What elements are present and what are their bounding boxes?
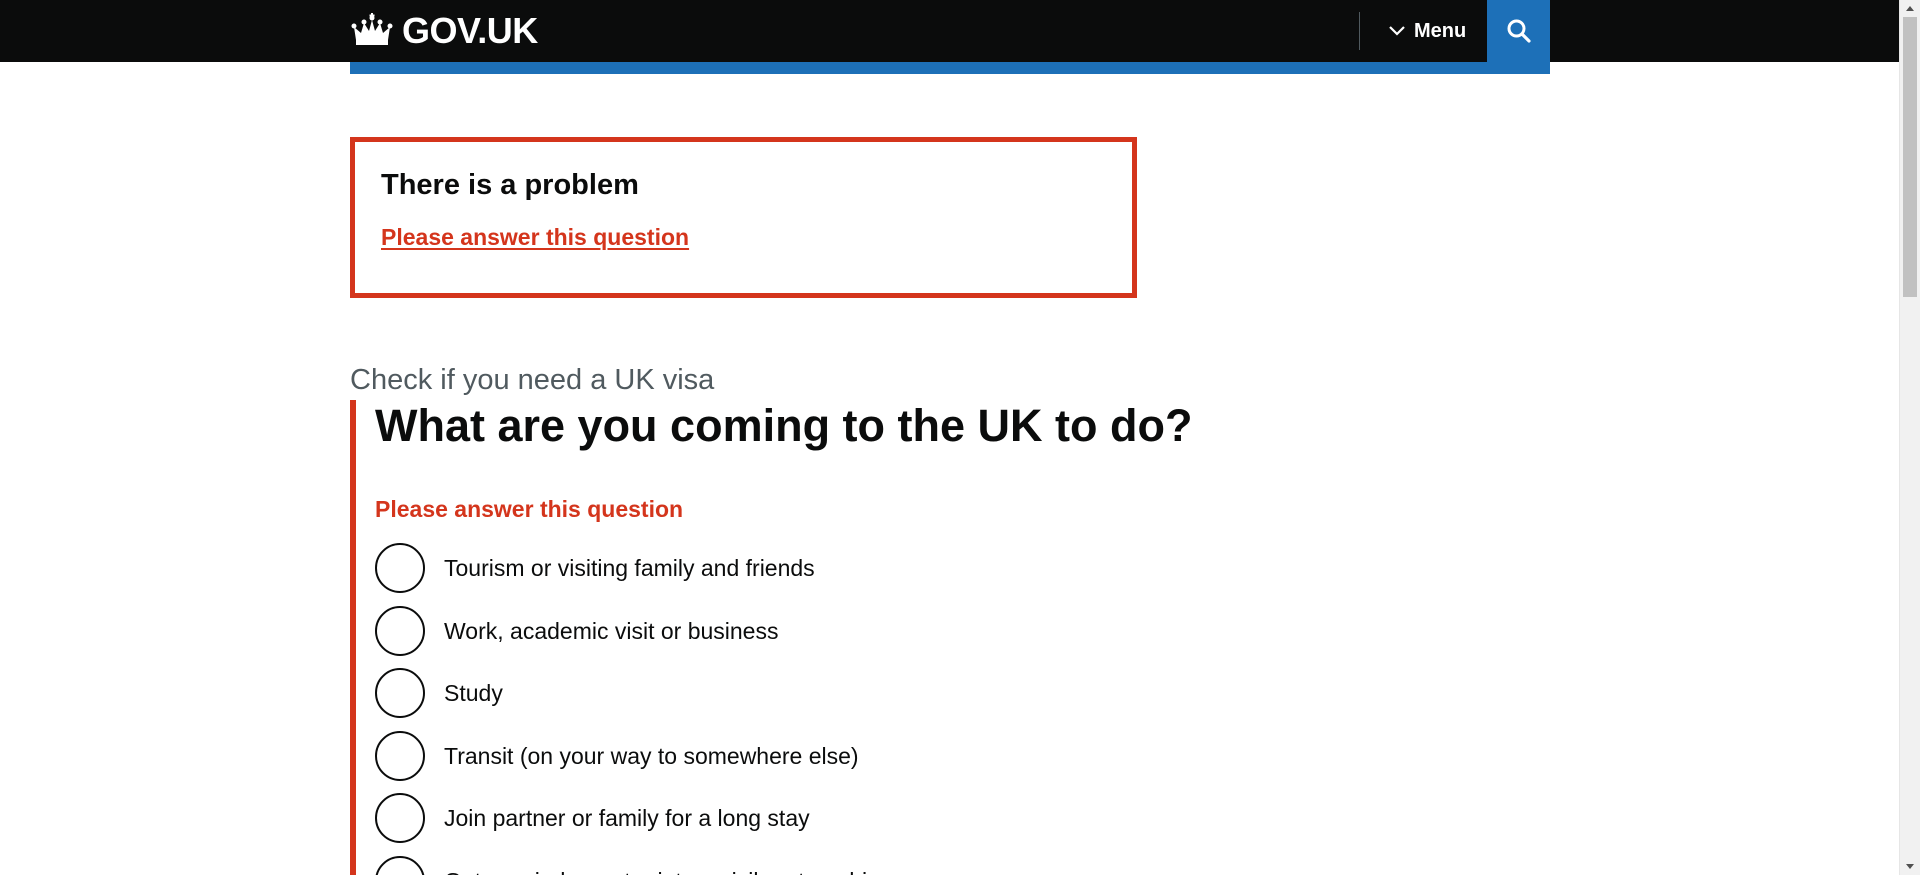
govuk-logo-link[interactable]: GOV.UK <box>350 10 538 52</box>
logo-text: GOV.UK <box>402 10 538 51</box>
error-summary: There is a problem Please answer this qu… <box>350 137 1137 298</box>
vertical-scrollbar[interactable] <box>1899 0 1920 875</box>
error-summary-title: There is a problem <box>381 169 639 201</box>
radio-button[interactable] <box>375 543 425 593</box>
radio-label[interactable]: Tourism or visiting family and friends <box>444 553 815 583</box>
radio-label[interactable]: Transit (on your way to somewhere else) <box>444 741 859 771</box>
radio-button[interactable] <box>375 793 425 843</box>
site-header: GOV.UK Menu <box>0 0 1899 62</box>
menu-button[interactable]: Menu <box>1372 0 1482 62</box>
radio-option-work[interactable]: Work, academic visit or business <box>375 605 880 656</box>
radio-label[interactable]: Study <box>444 678 503 708</box>
header-divider <box>1359 12 1360 50</box>
radio-button[interactable] <box>375 668 425 718</box>
scroll-down-arrow-icon[interactable] <box>1900 858 1920 875</box>
radio-button[interactable] <box>375 605 425 656</box>
menu-label: Menu <box>1414 19 1467 42</box>
radio-option-tourism[interactable]: Tourism or visiting family and friends <box>375 543 880 593</box>
page-caption: Check if you need a UK visa <box>350 364 715 396</box>
field-error-message: Please answer this question <box>375 496 684 522</box>
page: GOV.UK Menu There is a problem Please an… <box>0 0 1920 875</box>
scrollbar-thumb[interactable] <box>1903 17 1917 297</box>
radio-option-join-family[interactable]: Join partner or family for a long stay <box>375 793 880 843</box>
question-heading: What are you coming to the UK to do? <box>375 400 1193 451</box>
form-group-error-bar <box>350 400 356 875</box>
search-icon <box>1507 19 1531 43</box>
radio-label[interactable]: Get married or enter into a civil partne… <box>444 866 880 875</box>
scroll-up-arrow-icon[interactable] <box>1900 0 1920 17</box>
crown-icon <box>351 13 393 45</box>
radio-button[interactable] <box>375 855 425 875</box>
radio-option-marriage[interactable]: Get married or enter into a civil partne… <box>375 855 880 875</box>
radio-label[interactable]: Join partner or family for a long stay <box>444 803 810 833</box>
header-blue-bar <box>350 62 1550 74</box>
chevron-down-icon <box>1389 26 1405 36</box>
radio-option-study[interactable]: Study <box>375 668 880 718</box>
radio-label[interactable]: Work, academic visit or business <box>444 616 778 646</box>
radio-button[interactable] <box>375 730 425 781</box>
radio-option-transit[interactable]: Transit (on your way to somewhere else) <box>375 730 880 781</box>
error-summary-link[interactable]: Please answer this question <box>381 224 689 251</box>
search-button[interactable] <box>1487 0 1550 62</box>
radio-group: Tourism or visiting family and friends W… <box>375 543 880 875</box>
